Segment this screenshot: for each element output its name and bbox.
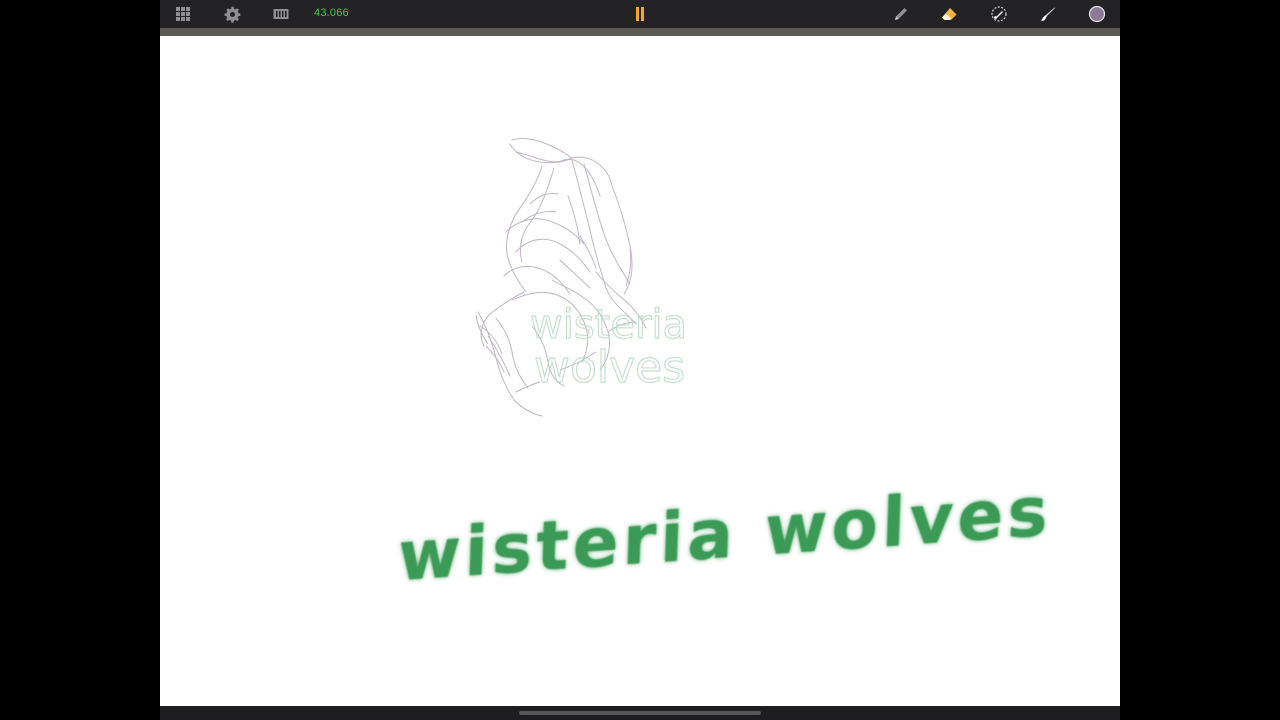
wolf-sketch: wisteria wolves [475,138,688,417]
top-toolbar: 43.066 [160,0,1120,28]
sketch-text-line2: wolves [534,342,685,393]
brush-settings-icon[interactable] [989,4,1009,24]
pencil-icon[interactable] [891,4,911,24]
color-swatch-icon[interactable] [1087,4,1107,24]
grid-icon[interactable] [173,4,193,24]
bottom-bar [160,706,1120,720]
recording-timer: 43.066 [314,7,349,19]
eraser-icon[interactable] [940,4,960,24]
drawing-canvas[interactable]: wisteria wolves wisteria wolves [160,36,1120,706]
gear-icon[interactable] [222,4,242,24]
drawing-app: 43.066 wisteria wolves wisteria wolves [160,0,1120,720]
paint-brush-icon[interactable] [1038,4,1058,24]
home-indicator[interactable] [519,711,761,715]
filmstrip-icon[interactable] [271,4,291,24]
toolbar-divider [160,28,1120,36]
pause-icon[interactable] [630,4,650,24]
